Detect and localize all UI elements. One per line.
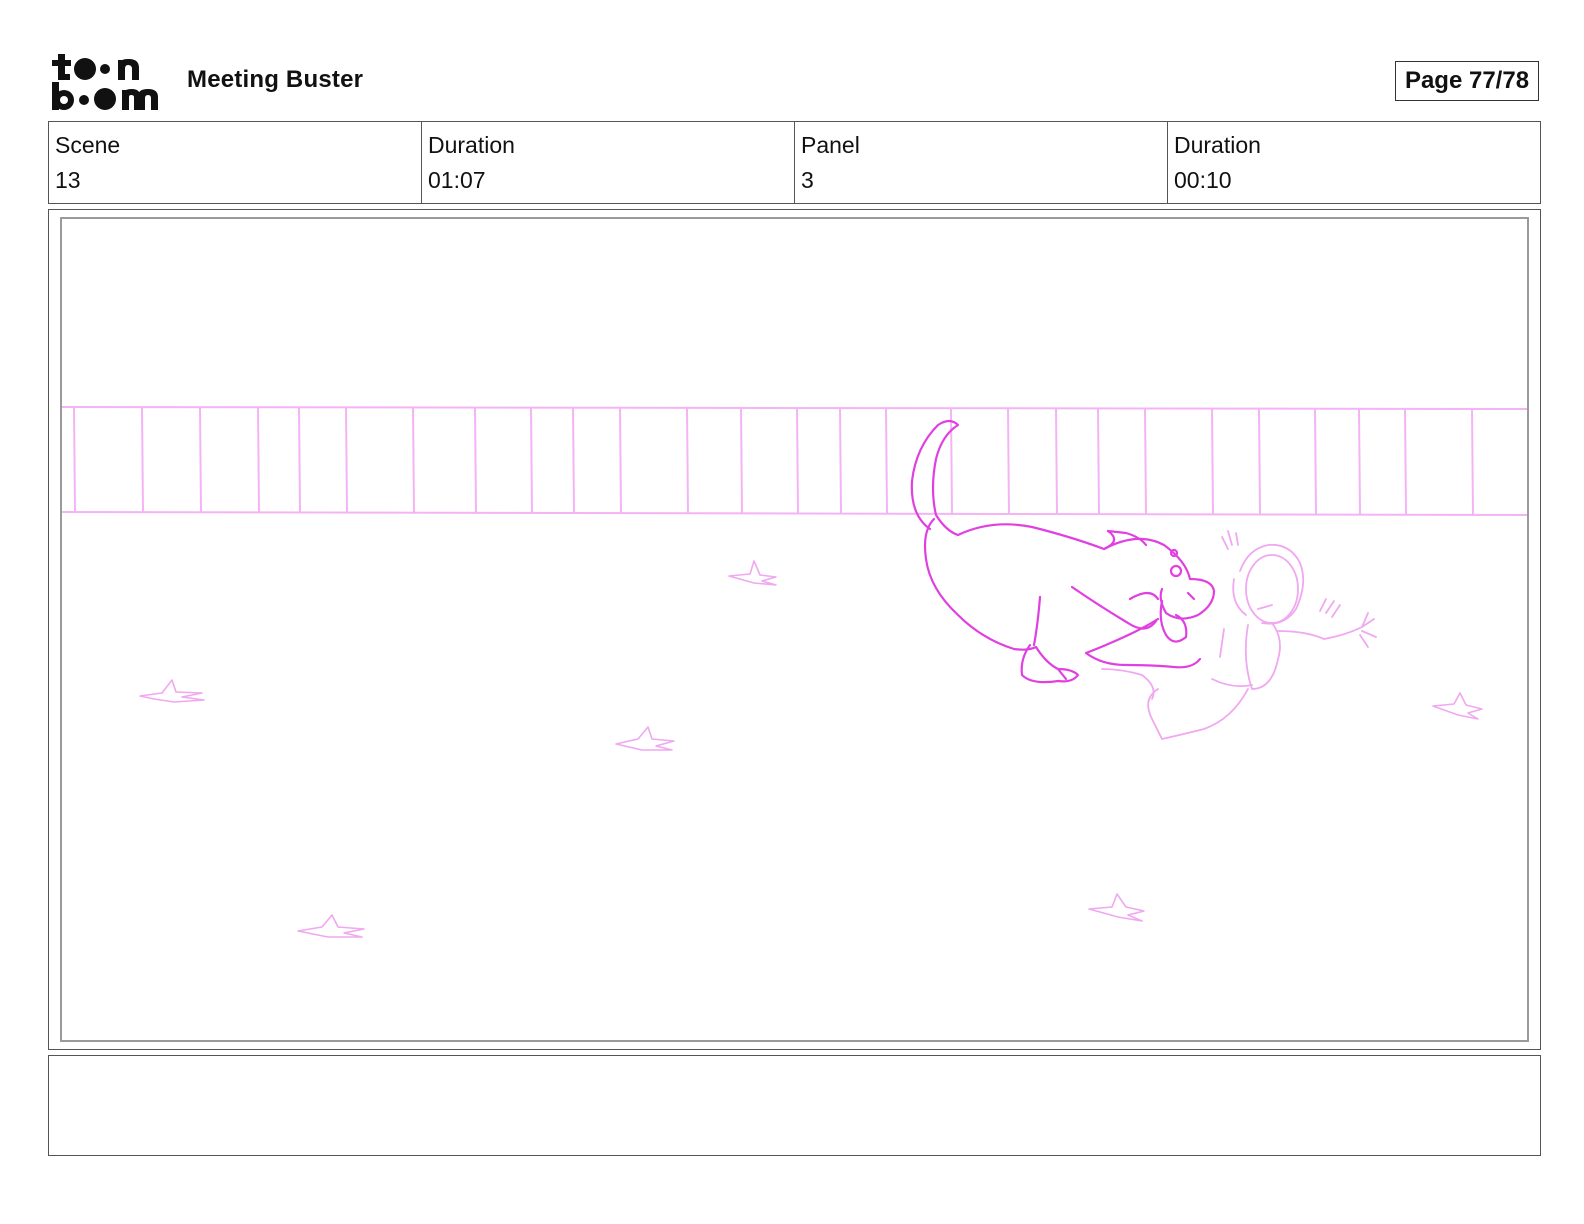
logo-text-top: toon bbox=[50, 50, 52, 51]
fence-sketch bbox=[62, 406, 1527, 516]
scene-cell: Scene 13 bbox=[49, 122, 421, 203]
panel-cell: Panel 3 bbox=[794, 122, 1167, 203]
panel-value: 3 bbox=[801, 167, 814, 193]
storyboard-panel bbox=[48, 209, 1541, 1050]
panel-frame bbox=[60, 217, 1529, 1042]
page-indicator: Page 77/78 bbox=[1395, 61, 1539, 101]
dog-sketch bbox=[910, 419, 1216, 684]
scene-value: 13 bbox=[55, 167, 81, 193]
panel-duration-label: Duration bbox=[1174, 132, 1261, 158]
panel-sketch bbox=[62, 406, 1527, 938]
scene-label: Scene bbox=[55, 132, 121, 158]
logo-text-bottom: boom bbox=[50, 50, 53, 51]
scene-duration-label: Duration bbox=[428, 132, 515, 158]
panel-duration-cell: Duration 00:10 bbox=[1167, 122, 1540, 203]
scene-duration-cell: Duration 01:07 bbox=[421, 122, 794, 203]
scene-info-table: Scene 13 Duration 01:07 Panel 3 Duration… bbox=[48, 121, 1541, 204]
project-title: Meeting Buster bbox=[187, 66, 364, 93]
panel-duration-value: 00:10 bbox=[1174, 167, 1232, 193]
panel-label: Panel bbox=[801, 132, 860, 158]
grass-tufts-sketch bbox=[139, 560, 1483, 938]
boy-sketch bbox=[1101, 530, 1377, 740]
scene-duration-value: 01:07 bbox=[428, 167, 486, 193]
panel-notes-box bbox=[48, 1055, 1541, 1156]
toon-boom-logo: toon boom bbox=[50, 50, 158, 110]
